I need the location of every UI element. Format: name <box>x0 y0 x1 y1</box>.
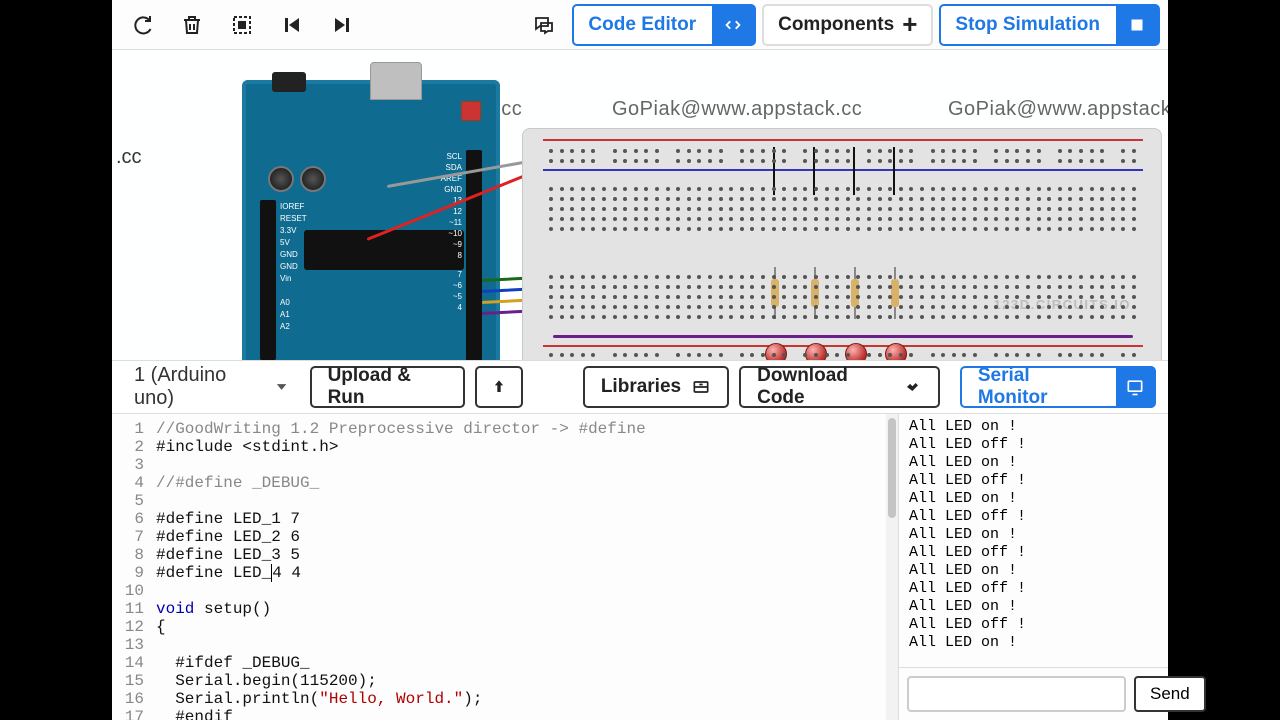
breadboard-brand: 123D.CIRCUITS.IO <box>994 297 1131 312</box>
jumper-wire[interactable] <box>853 147 855 195</box>
upload-run-label: Upload & Run <box>328 365 447 409</box>
code-text[interactable]: //GoodWriting 1.2 Preprocessive director… <box>150 414 646 720</box>
libraries-button[interactable]: Libraries <box>583 366 729 408</box>
board-selector[interactable]: 1 (Arduino uno) <box>124 366 300 408</box>
code-editor-button[interactable]: Code Editor <box>572 4 756 46</box>
pin-label: ~10 <box>448 229 462 238</box>
circuit-canvas[interactable]: .cc GoPiak@www.appstack.cc GoPiak@www.ap… <box>112 50 1168 360</box>
download-label: Download Code <box>757 365 893 409</box>
libraries-label: Libraries <box>601 376 681 398</box>
stop-sim-label: Stop Simulation <box>955 14 1100 36</box>
watermark: GoPiak@www.appstack.cc <box>612 98 862 121</box>
power-jack <box>272 72 306 92</box>
led-component[interactable] <box>805 343 827 360</box>
serial-input[interactable] <box>907 676 1126 712</box>
stop-icon <box>1116 4 1158 46</box>
url-fragment: .cc <box>116 146 142 169</box>
pin-label: RESET <box>280 214 307 223</box>
mcu-chip <box>304 230 464 270</box>
delete-button[interactable] <box>170 6 214 44</box>
editor-toolbar: 1 (Arduino uno) Upload & Run Libraries D… <box>112 360 1168 414</box>
code-editor-icon <box>712 4 754 46</box>
pin-label: GND <box>280 250 298 259</box>
pin-label: 3.3V <box>280 226 296 235</box>
pin-label: SCL <box>446 152 462 161</box>
pin-label: A1 <box>280 310 290 319</box>
fit-view-button[interactable] <box>220 6 264 44</box>
components-label: Components <box>778 14 894 36</box>
upload-icon <box>489 377 509 397</box>
send-button[interactable]: Send <box>1134 676 1206 712</box>
resistor[interactable] <box>811 279 819 307</box>
breadboard[interactable]: 123D.CIRCUITS.IO {"rows":[20,30,56,66,76… <box>522 128 1162 360</box>
components-button[interactable]: Components + <box>762 4 933 46</box>
pin-label: IOREF <box>280 202 304 211</box>
redo-button[interactable] <box>120 6 164 44</box>
monitor-icon <box>1116 366 1154 408</box>
jumper-wire[interactable] <box>893 147 895 195</box>
step-back-button[interactable] <box>270 6 314 44</box>
serial-monitor-label: Serial Monitor <box>978 365 1098 409</box>
chat-icon[interactable] <box>522 6 566 44</box>
resistor[interactable] <box>851 279 859 307</box>
top-toolbar: Code Editor Components + Stop Simulation <box>112 0 1168 50</box>
pin-label: SDA <box>446 163 462 172</box>
upload-run-button[interactable]: Upload & Run <box>310 366 465 408</box>
serial-monitor-panel: All LED on !All LED off !All LED on !All… <box>898 414 1168 720</box>
step-forward-button[interactable] <box>320 6 364 44</box>
header-right[interactable] <box>466 150 482 360</box>
scrollbar-thumb[interactable] <box>888 418 896 518</box>
pin-label: A0 <box>280 298 290 307</box>
drawer-icon <box>691 377 711 397</box>
pin-label: 4 <box>458 303 462 312</box>
pin-label: ~11 <box>449 218 462 227</box>
pin-label: 7 <box>458 270 462 279</box>
usb-port <box>370 62 422 100</box>
pin-label: ~5 <box>453 292 462 301</box>
code-editor[interactable]: 1234567891011121314151617 //GoodWriting … <box>112 414 898 720</box>
stop-simulation-button[interactable]: Stop Simulation <box>939 4 1160 46</box>
pin-label: ~6 <box>453 281 462 290</box>
capacitor-icon <box>268 166 294 192</box>
serial-log: All LED on !All LED off !All LED on !All… <box>899 414 1168 667</box>
pin-label: 12 <box>453 207 462 216</box>
resistor[interactable] <box>891 279 899 307</box>
satellite-icon <box>903 377 922 397</box>
arduino-board[interactable]: IOREF RESET 3.3V 5V GND GND Vin A0 A1 A2… <box>242 80 500 360</box>
upload-button[interactable] <box>475 366 523 408</box>
pin-label: ~9 <box>453 240 462 249</box>
reset-button[interactable] <box>460 100 482 122</box>
led-component[interactable] <box>765 343 787 360</box>
chevron-down-icon <box>274 379 289 395</box>
code-editor-label: Code Editor <box>588 14 696 36</box>
pin-label: GND <box>280 262 298 271</box>
capacitor-icon <box>300 166 326 192</box>
pin-label: Vin <box>280 274 291 283</box>
plus-icon: + <box>902 9 917 40</box>
watermark: GoPiak@www.appstack.cc <box>948 98 1168 121</box>
led-component[interactable] <box>845 343 867 360</box>
pin-label: 8 <box>458 251 462 260</box>
serial-send-row: Send <box>899 667 1168 720</box>
pin-label: A2 <box>280 322 290 331</box>
pin-label: 5V <box>280 238 290 247</box>
header-left[interactable] <box>260 200 276 360</box>
board-selector-label: 1 (Arduino uno) <box>134 364 264 410</box>
wire-bus-purple[interactable] <box>553 335 1133 338</box>
editor-scrollbar[interactable] <box>886 414 898 720</box>
line-gutter: 1234567891011121314151617 <box>112 414 150 720</box>
pin-label: GND <box>444 185 462 194</box>
serial-monitor-button[interactable]: Serial Monitor <box>960 366 1156 408</box>
download-code-button[interactable]: Download Code <box>739 366 940 408</box>
led-component[interactable] <box>885 343 907 360</box>
editor-row: 1234567891011121314151617 //GoodWriting … <box>112 414 1168 720</box>
resistor[interactable] <box>771 279 779 307</box>
